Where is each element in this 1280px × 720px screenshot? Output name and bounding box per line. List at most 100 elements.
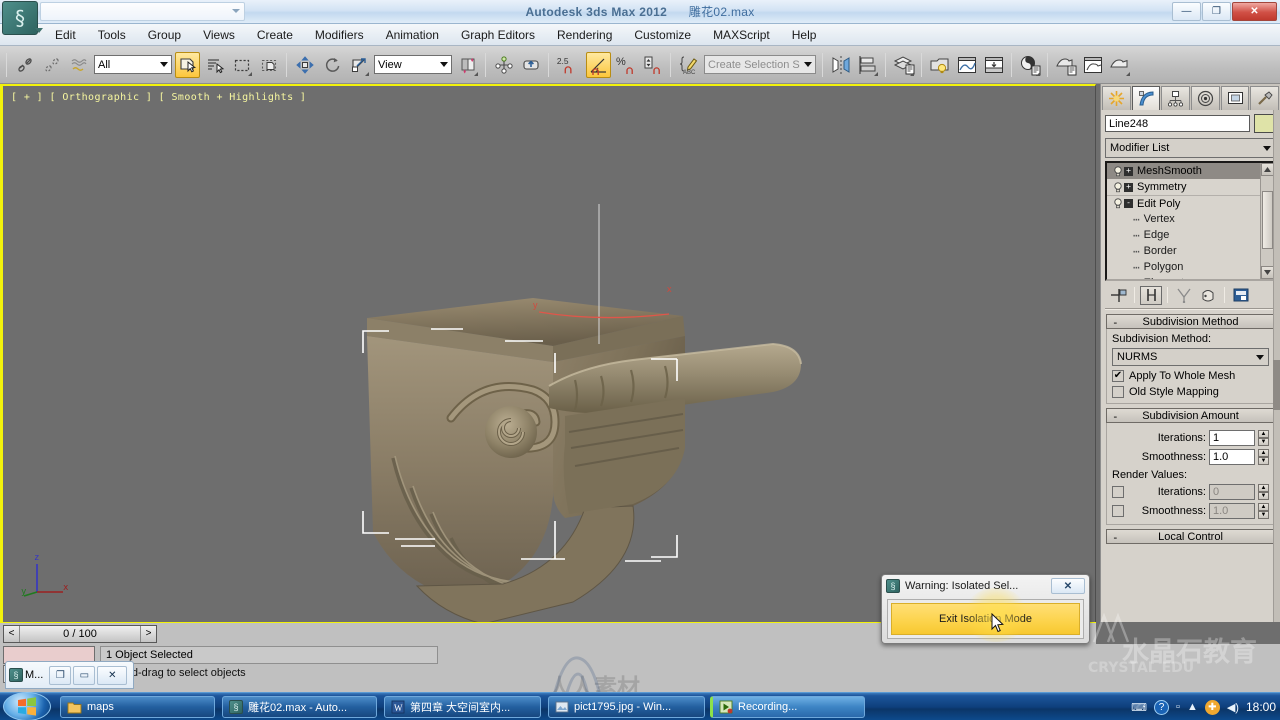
spinner-up-icon[interactable]: ▲ [1258, 484, 1269, 492]
smoothness-spinner[interactable]: ▲ ▼ [1258, 449, 1269, 465]
taskbar-clock[interactable]: 18:00 [1246, 700, 1276, 714]
stack-subitem-edge[interactable]: ⋯ Edge [1107, 227, 1260, 243]
next-frame-button[interactable]: > [140, 625, 156, 642]
modifier-list-dropdown[interactable]: Modifier List [1105, 138, 1276, 158]
rectangular-selection-region-icon[interactable] [229, 52, 254, 78]
show-end-result-icon[interactable] [1140, 285, 1162, 305]
spinner-up-icon[interactable]: ▲ [1258, 503, 1269, 511]
menu-item-create[interactable]: Create [246, 25, 304, 45]
selection-filter-combo[interactable]: All [94, 55, 172, 74]
scrollbar-thumb[interactable] [1262, 191, 1273, 249]
bind-to-space-warp-icon[interactable] [66, 52, 91, 78]
flyout-corner-icon[interactable] [1126, 71, 1130, 76]
mirror-icon[interactable] [828, 52, 853, 78]
curve-editor-icon[interactable] [954, 52, 979, 78]
collapse-icon[interactable]: - [1112, 410, 1119, 423]
align-icon[interactable] [855, 52, 880, 78]
spinner-snap-toggle-icon[interactable] [640, 52, 665, 78]
collapse-icon[interactable]: - [1112, 316, 1119, 329]
minimize-button[interactable]: ▭ [73, 665, 96, 685]
stack-subitem-polygon[interactable]: ⋯ Polygon [1107, 259, 1260, 275]
viewport[interactable]: [ + ] [ Orthographic ] [ Smooth + Highli… [0, 84, 1096, 625]
minimized-maxscript-window[interactable]: § M... ❐ ▭ ✕ [5, 661, 134, 689]
transform-gizmo[interactable]: y x [483, 204, 823, 464]
stack-item-meshsmooth[interactable]: + MeshSmooth [1107, 163, 1260, 179]
select-and-scale-icon[interactable] [346, 52, 371, 78]
chevron-down-icon[interactable] [440, 62, 448, 67]
menu-item-rendering[interactable]: Rendering [546, 25, 623, 45]
percent-snap-toggle-icon[interactable]: % [613, 52, 638, 78]
taskbar-item-max-file[interactable]: § 雕花02.max - Auto... [222, 696, 377, 718]
show-hidden-icons-icon[interactable]: ▲ [1187, 701, 1198, 713]
pin-stack-icon[interactable] [1107, 286, 1129, 305]
material-editor-icon[interactable] [1017, 52, 1042, 78]
hierarchy-tab[interactable] [1161, 86, 1191, 110]
render-iterations-input[interactable]: 0 [1209, 484, 1255, 500]
graphite-modeling-tools-icon[interactable] [927, 52, 952, 78]
edit-named-selection-sets-icon[interactable]: ABC [676, 52, 701, 78]
minimize-button[interactable]: — [1172, 2, 1201, 21]
light-bulb-icon[interactable] [1111, 165, 1124, 177]
render-smoothness-input[interactable]: 1.0 [1209, 503, 1255, 519]
chevron-down-icon[interactable] [1263, 146, 1271, 151]
stack-subitem-border[interactable]: ⋯ Border [1107, 243, 1260, 259]
restore-button[interactable]: ❐ [49, 665, 72, 685]
select-and-link-icon[interactable] [12, 52, 37, 78]
menu-item-modifiers[interactable]: Modifiers [304, 25, 375, 45]
previous-frame-button[interactable]: < [4, 625, 20, 642]
select-and-rotate-icon[interactable] [319, 52, 344, 78]
select-by-name-icon[interactable] [202, 52, 227, 78]
rollout-header-subdivision-method[interactable]: - Subdivision Method [1106, 314, 1275, 329]
spinner-down-icon[interactable]: ▼ [1258, 492, 1269, 500]
expand-icon[interactable]: + [1124, 182, 1133, 192]
chevron-down-icon[interactable] [35, 28, 43, 33]
menu-item-group[interactable]: Group [137, 25, 192, 45]
render-iterations-spinner[interactable]: ▲ ▼ [1258, 484, 1269, 500]
chevron-down-icon[interactable] [804, 62, 812, 67]
snaps-toggle-value-icon[interactable]: 2.5 [554, 52, 584, 78]
unlink-selection-icon[interactable] [39, 52, 64, 78]
menu-item-help[interactable]: Help [781, 25, 828, 45]
keyboard-layout-icon[interactable]: ⌨ [1131, 701, 1147, 714]
subdivision-method-dropdown[interactable]: NURMS [1112, 348, 1269, 366]
display-tab[interactable] [1220, 86, 1250, 110]
spinner-up-icon[interactable]: ▲ [1258, 449, 1269, 457]
select-and-move-icon[interactable] [292, 52, 317, 78]
update-icon[interactable]: ✚ [1204, 699, 1220, 715]
reference-coordinate-system-combo[interactable]: View [374, 55, 452, 74]
close-button[interactable]: ✕ [1232, 2, 1277, 21]
use-center-flyout-icon[interactable] [455, 52, 480, 78]
command-panel-scrollbar[interactable] [1273, 110, 1280, 622]
render-production-icon[interactable] [1107, 52, 1132, 78]
spinner-up-icon[interactable]: ▲ [1258, 430, 1269, 438]
flyout-corner-icon[interactable] [874, 71, 878, 76]
make-unique-icon[interactable] [1173, 286, 1195, 305]
collapse-icon[interactable]: - [1112, 531, 1119, 544]
utilities-tab[interactable] [1250, 86, 1280, 110]
select-and-manipulate-icon[interactable] [491, 52, 516, 78]
flyout-corner-icon[interactable] [474, 71, 478, 76]
exit-isolation-mode-button[interactable]: Exit Isolation Mode [891, 603, 1080, 635]
rendered-frame-window-icon[interactable] [1080, 52, 1105, 78]
time-slider-handle[interactable]: < 0 / 100 > [3, 624, 157, 643]
menu-item-tools[interactable]: Tools [87, 25, 137, 45]
spinner-down-icon[interactable]: ▼ [1258, 457, 1269, 465]
menu-item-edit[interactable]: Edit [44, 25, 87, 45]
taskbar-item-image-viewer[interactable]: pict1795.jpg - Win... [548, 696, 705, 718]
stack-item-edit-poly[interactable]: - Edit Poly [1107, 195, 1260, 211]
chevron-down-icon[interactable] [1256, 355, 1264, 360]
start-button[interactable] [3, 692, 51, 720]
flyout-corner-icon[interactable] [910, 71, 914, 76]
scrollbar-thumb[interactable] [1273, 360, 1280, 410]
light-bulb-icon[interactable] [1111, 198, 1124, 209]
old-style-mapping-checkbox[interactable] [1112, 386, 1124, 398]
window-crossing-icon[interactable] [256, 52, 281, 78]
smoothness-input[interactable]: 1.0 [1209, 449, 1255, 465]
flyout-corner-icon[interactable] [1036, 71, 1040, 76]
modifier-stack-scrollbar[interactable] [1260, 163, 1274, 279]
taskbar-item-recording[interactable]: Recording... [710, 696, 865, 718]
spinner-down-icon[interactable]: ▼ [1258, 511, 1269, 519]
menu-item-animation[interactable]: Animation [375, 25, 450, 45]
network-icon[interactable]: ▫ [1176, 701, 1180, 713]
flyout-corner-icon[interactable] [248, 71, 252, 76]
